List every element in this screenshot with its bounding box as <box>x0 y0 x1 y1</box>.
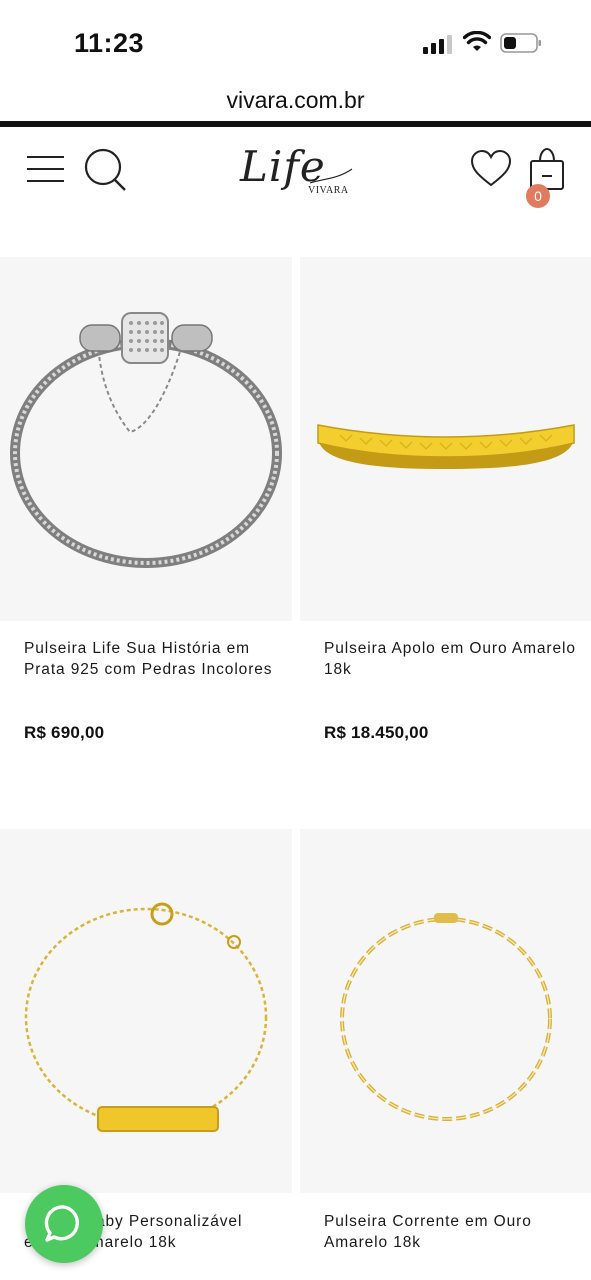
site-header: Life VIVARA 0 <box>0 127 591 217</box>
product-name[interactable]: Pulseira Apolo em Ouro Amarelo 18k <box>324 638 580 680</box>
hamburger-menu-icon <box>27 156 64 182</box>
logo-brand-text: VIVARA <box>308 185 349 196</box>
whatsapp-chat-icon <box>44 1205 80 1242</box>
product-price: R$ 690,00 <box>24 723 105 742</box>
product-image[interactable] <box>0 257 292 621</box>
wishlist-button[interactable] <box>470 149 512 189</box>
address-bar[interactable]: vivara.com.br <box>0 80 591 120</box>
product-image[interactable] <box>300 257 591 621</box>
gold-id-bracelet-image <box>24 902 268 1132</box>
url-text: vivara.com.br <box>226 87 365 113</box>
heart-icon <box>470 149 512 187</box>
wifi-icon <box>463 31 491 51</box>
battery-icon <box>500 33 541 53</box>
status-bar: 11:23 <box>0 0 591 80</box>
search-button[interactable] <box>84 147 128 195</box>
product-price: R$ 18.450,00 <box>324 723 429 742</box>
status-time: 11:23 <box>74 28 145 58</box>
search-icon <box>84 148 126 191</box>
gold-cuff-bracelet-image <box>317 424 575 469</box>
cellular-signal-icon <box>423 35 452 54</box>
silver-bracelet-image <box>10 312 282 568</box>
whatsapp-chat-button[interactable] <box>25 1185 103 1263</box>
gold-figaro-chain-image <box>340 913 552 1121</box>
product-name[interactable]: Pulseira Corrente em Ouro Amarelo 18k <box>324 1211 580 1253</box>
logo-swash-icon <box>309 168 353 184</box>
product-name[interactable]: Pulseira Life Sua História em Prata 925 … <box>24 638 280 680</box>
product-image[interactable] <box>300 829 591 1193</box>
product-image[interactable] <box>0 829 292 1193</box>
menu-button[interactable] <box>26 152 66 186</box>
cart-count-badge: 0 <box>526 184 550 208</box>
brand-logo[interactable]: Life VIVARA <box>236 141 356 197</box>
